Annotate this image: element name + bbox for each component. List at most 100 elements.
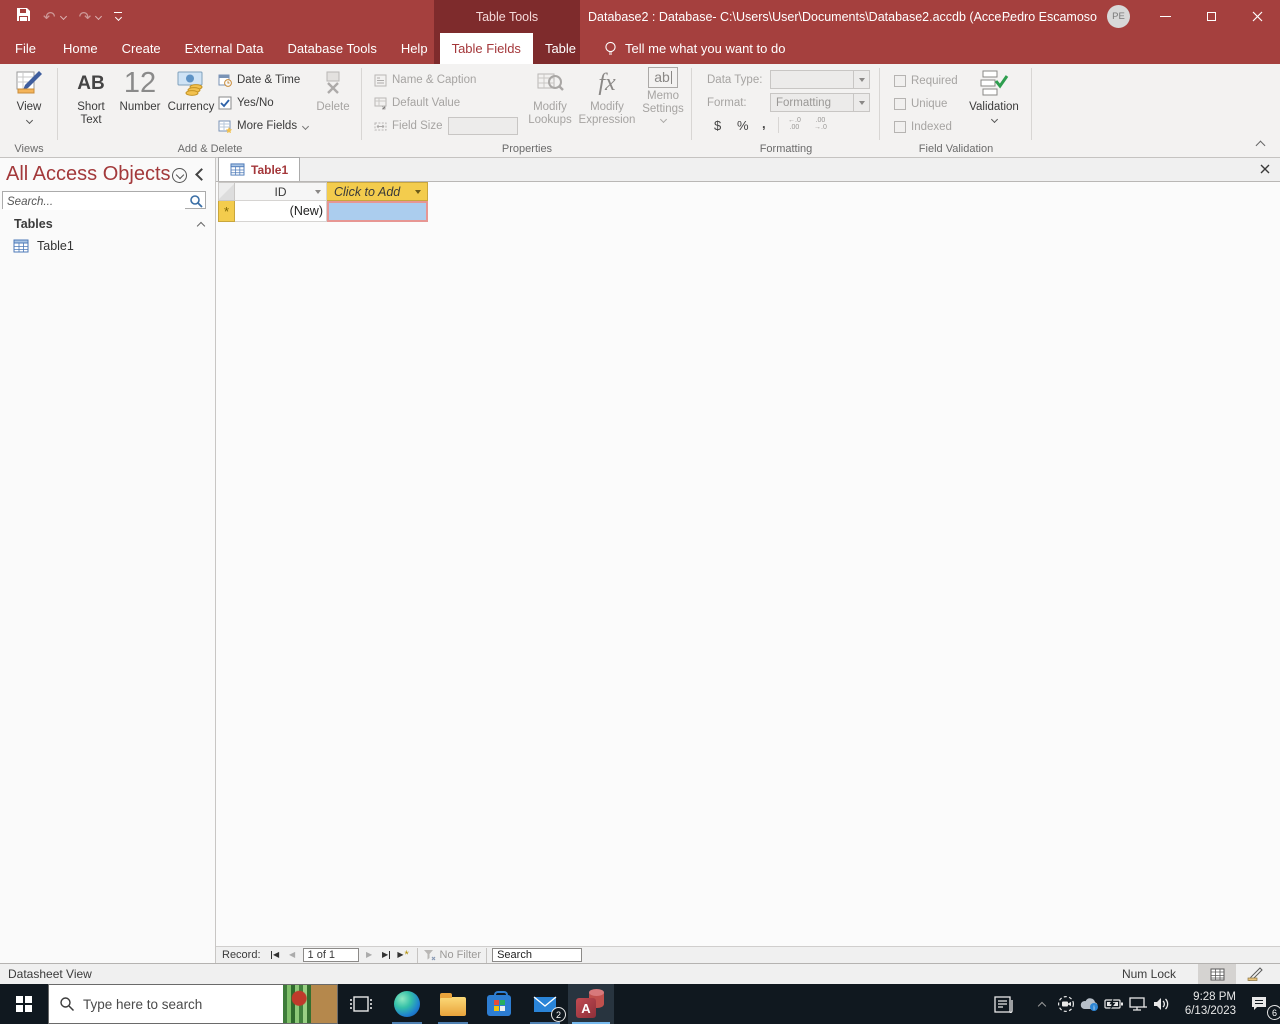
undo-icon[interactable]: ↶ [43,8,56,26]
apply-percent-button[interactable]: % [737,118,749,133]
name-caption-button[interactable]: Name & Caption [374,70,476,90]
tab-help[interactable]: Help [389,33,440,64]
collapse-group-icon[interactable] [197,220,205,228]
increase-decimals-button[interactable]: ←.0 .00 [788,117,801,131]
yes-no-label: Yes/No [237,97,274,109]
document-tab-label: Table1 [251,162,289,177]
taskbar-access[interactable]: A [568,984,614,1024]
news-widget-icon[interactable] [992,984,1016,1024]
column-dropdown-icon[interactable] [315,189,321,194]
view-button[interactable]: View [7,67,51,124]
undo-dropdown-icon[interactable] [60,13,67,20]
new-record-selector[interactable]: * [218,201,235,222]
tray-expand-icon[interactable] [1030,984,1054,1024]
taskbar-clock[interactable]: 9:28 PM 6/13/2023 [1174,990,1240,1018]
search-highlight-image[interactable] [283,985,337,1023]
avatar[interactable]: PE [1107,5,1130,28]
datasheet-view-button[interactable] [1198,964,1236,984]
required-checkbox[interactable]: Required [894,71,958,91]
data-type-dropdown[interactable] [770,70,870,89]
close-button[interactable] [1234,0,1280,33]
tab-home[interactable]: Home [51,33,110,64]
date-time-button[interactable]: Date & Time [218,70,300,90]
taskbar-edge[interactable] [384,984,430,1024]
meet-now-icon[interactable] [1054,984,1078,1024]
apply-currency-button[interactable]: $ [714,118,721,133]
validation-button[interactable]: Validation [964,67,1024,123]
validation-label: Validation [969,101,1019,113]
column-header-click-to-add[interactable]: Click to Add [327,182,428,201]
next-record-button[interactable]: ▶ [361,948,378,963]
first-record-button[interactable]: ◀ [267,948,284,963]
nav-search-box[interactable] [2,191,206,210]
design-view-button[interactable] [1236,964,1274,984]
nav-item-table1[interactable]: Table1 [0,236,215,256]
apply-comma-button[interactable]: , [762,116,766,131]
record-search-input[interactable] [492,948,583,962]
volume-icon[interactable] [1150,984,1174,1024]
action-center-icon[interactable]: 6 [1240,984,1280,1024]
close-icon [1252,11,1262,22]
unique-checkbox[interactable]: Unique [894,94,947,114]
maximize-button[interactable] [1188,0,1234,33]
onedrive-icon[interactable]: i [1078,984,1102,1024]
minimize-button[interactable] [1142,0,1188,33]
nav-pane-menu-icon[interactable] [172,168,187,183]
task-view-icon [350,996,372,1012]
modify-lookups-button[interactable]: Modify Lookups [524,67,576,127]
new-record-button[interactable]: ▶ * [395,948,412,963]
tab-database-tools[interactable]: Database Tools [275,33,388,64]
format-dropdown[interactable]: Formatting [770,93,870,112]
memo-settings-button[interactable]: ab Memo Settings [638,67,688,123]
taskbar-search-box[interactable] [48,984,338,1024]
taskbar-store[interactable] [476,984,522,1024]
task-view-button[interactable] [338,984,384,1024]
field-size-button[interactable]: Field Size [374,116,443,136]
shutter-bar-close-icon[interactable] [193,167,205,183]
start-button[interactable] [0,984,48,1024]
customize-qat-icon[interactable] [114,11,123,22]
tell-me-box[interactable]: Tell me what you want to do [594,33,795,64]
id-new-cell[interactable]: (New) [235,201,327,222]
previous-record-button[interactable]: ◀ [284,948,301,963]
tab-table-fields[interactable]: Table Fields [439,33,533,64]
battery-icon[interactable] [1102,984,1126,1024]
decrease-decimals-button[interactable]: .00 →.0 [814,117,827,131]
nav-group-tables[interactable]: Tables [0,214,205,234]
redo-icon[interactable]: ↷ [79,8,92,26]
network-icon[interactable] [1126,984,1150,1024]
document-tab-table1[interactable]: Table1 [218,157,301,181]
default-value-button[interactable]: Default Value [374,93,460,113]
tab-table[interactable]: Table [533,33,588,64]
select-all-cell[interactable] [218,182,235,201]
taskbar-search-input[interactable] [75,996,283,1012]
no-filter-button[interactable]: No Filter [423,949,481,961]
number-button[interactable]: 12 Number [116,67,164,114]
tab-file[interactable]: File [0,33,51,64]
tab-create[interactable]: Create [110,33,173,64]
modify-expression-button[interactable]: fx Modify Expression [578,67,636,127]
collapse-ribbon-icon[interactable] [1254,139,1268,149]
close-table-button[interactable] [1258,162,1272,176]
more-fields-button[interactable]: More Fields [218,116,309,136]
yes-no-button[interactable]: Yes/No [218,93,274,113]
nav-search-input[interactable] [3,194,185,210]
tab-external-data[interactable]: External Data [173,33,276,64]
delete-button[interactable]: Delete [311,67,355,114]
taskbar-mail[interactable]: 2 [522,984,568,1024]
format-label: Format: [707,97,747,109]
currency-button[interactable]: Currency [164,67,218,114]
indexed-checkbox[interactable]: Indexed [894,117,952,137]
short-text-button[interactable]: AB Short Text [68,67,114,127]
current-record-box[interactable]: 1 of 1 [302,948,359,962]
taskbar-file-explorer[interactable] [430,984,476,1024]
save-icon[interactable] [16,7,31,27]
redo-dropdown-icon[interactable] [95,13,102,20]
last-record-button[interactable]: ▶ [378,948,395,963]
column-dropdown-icon[interactable] [415,189,421,194]
column-header-id[interactable]: ID [235,182,327,201]
account-area[interactable]: Pedro Escamoso PE [1002,0,1130,33]
window-title: Database2 : Database- C:\Users\User\Docu… [588,9,1012,24]
field-size-input[interactable] [448,117,518,135]
selected-cell[interactable] [327,201,428,222]
